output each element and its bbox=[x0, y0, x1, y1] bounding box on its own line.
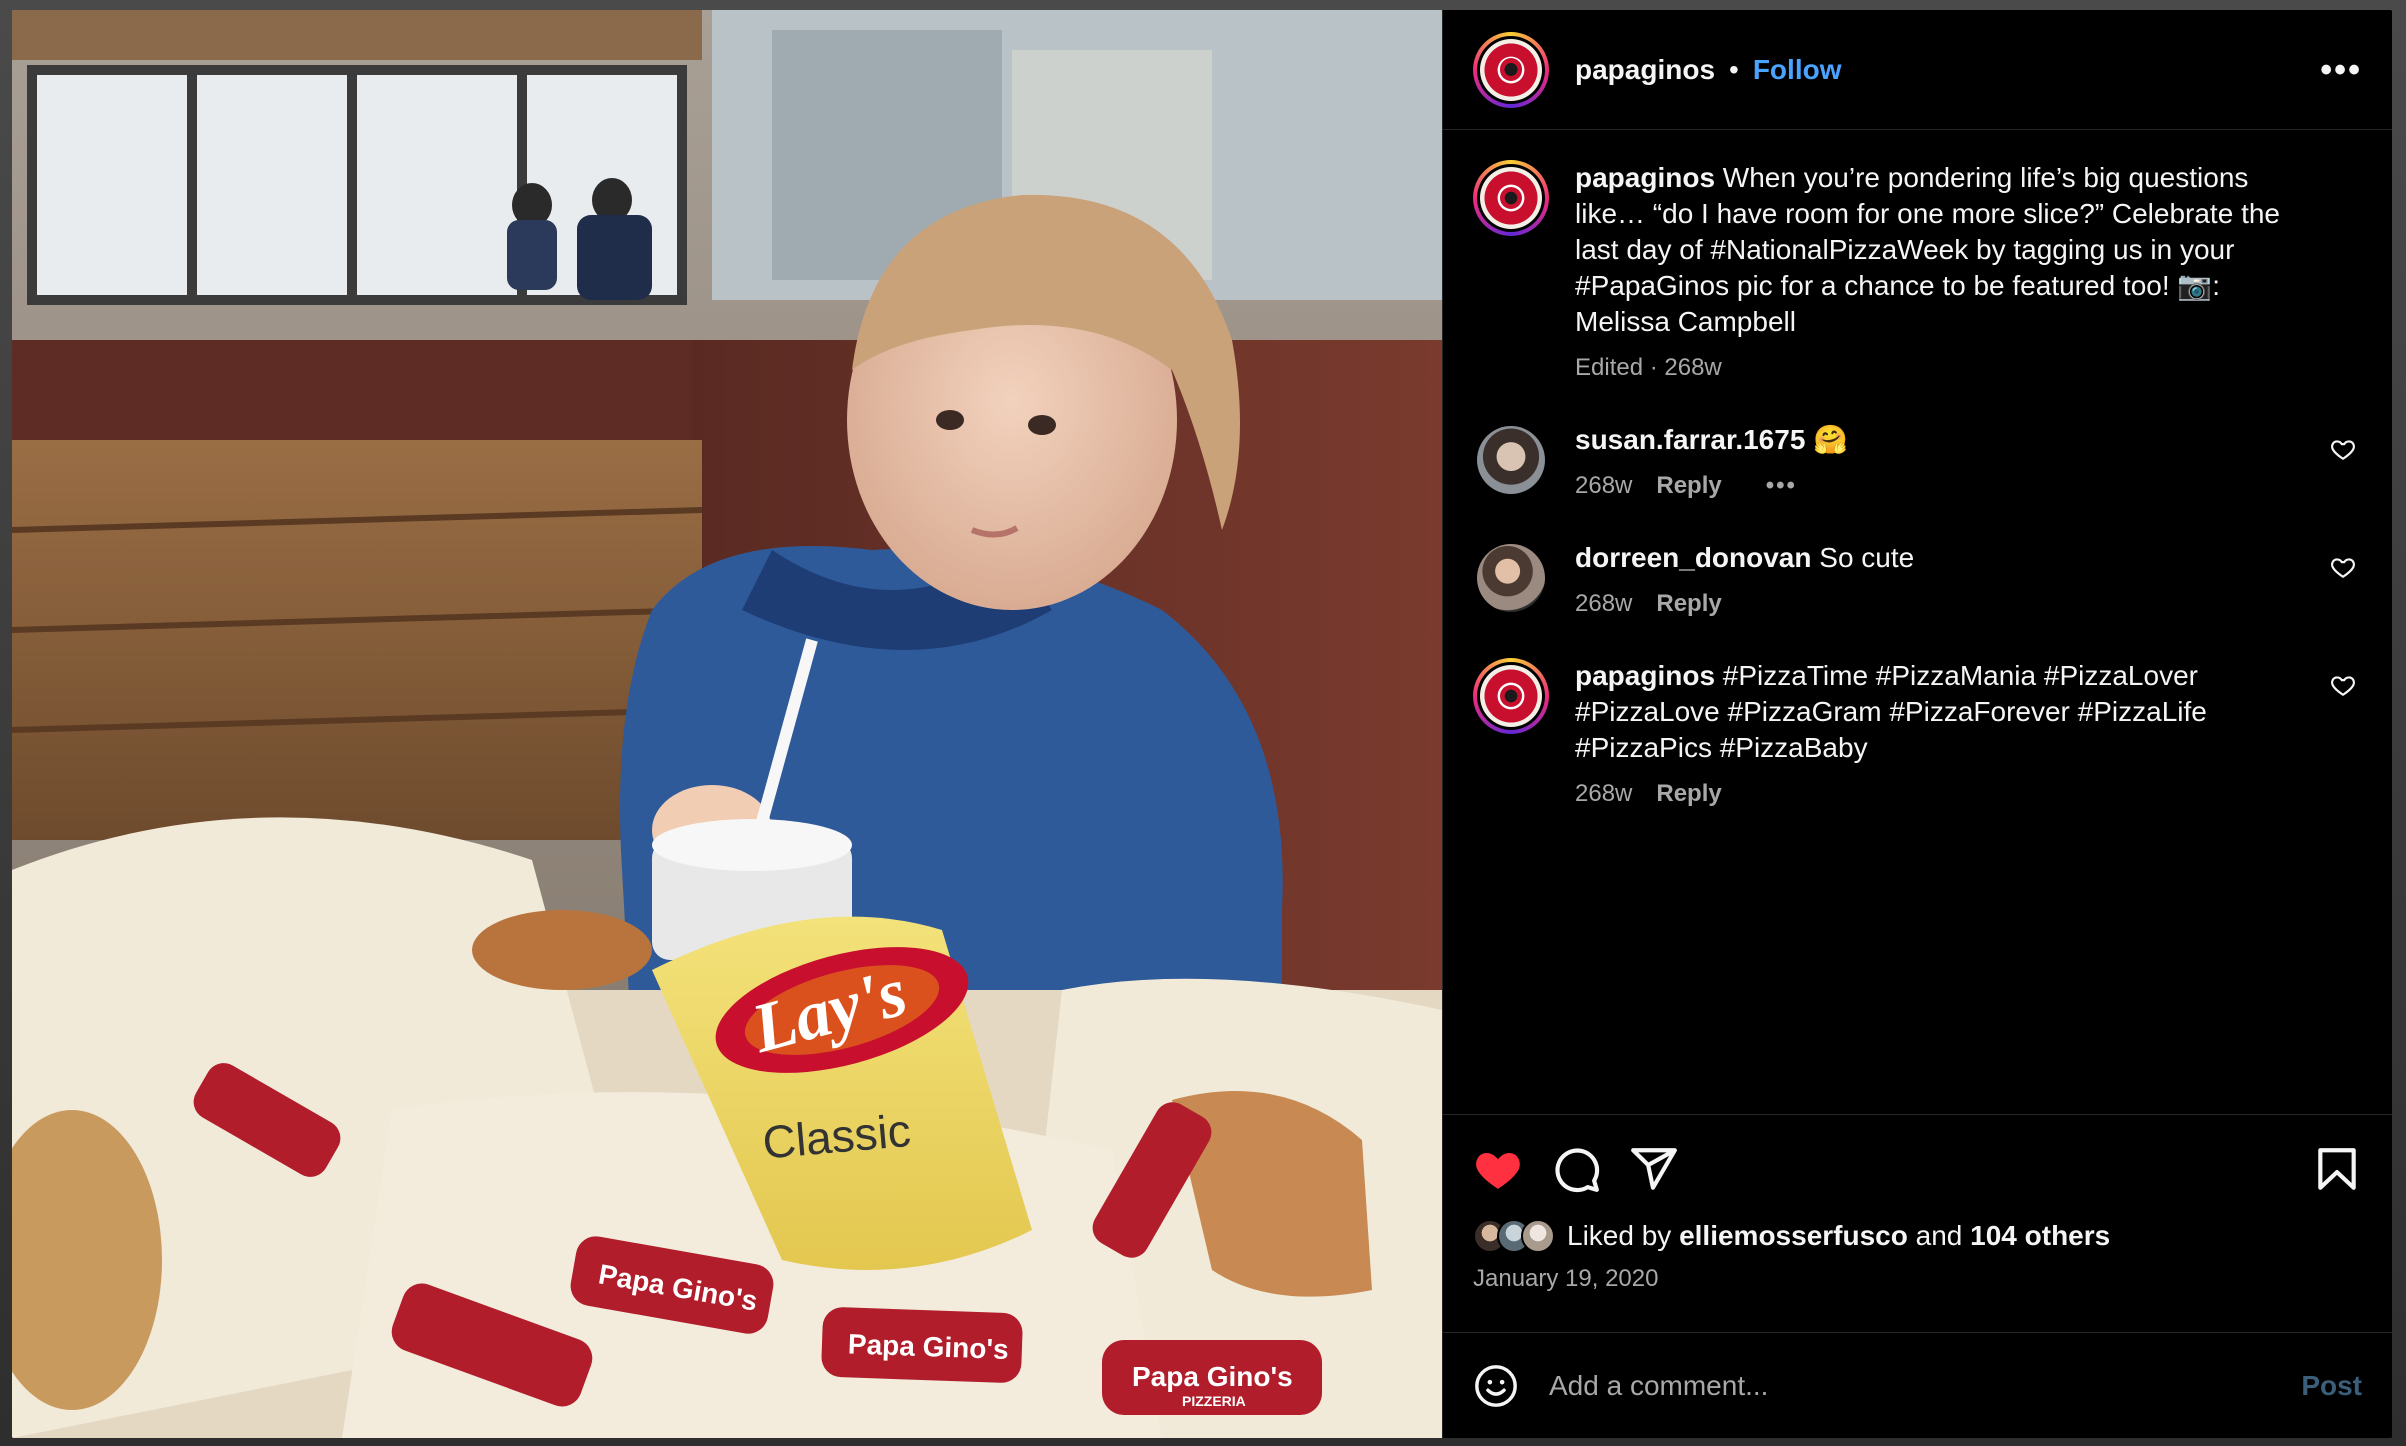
liked-by-text: Liked by elliemosserfusco and 104 others bbox=[1567, 1220, 2110, 1252]
caption: papaginos When you’re pondering life’s b… bbox=[1473, 160, 2362, 382]
author-avatar[interactable] bbox=[1473, 31, 1549, 108]
likes-summary: Liked by elliemosserfusco and 104 others bbox=[1473, 1219, 2362, 1253]
bookmark-icon[interactable] bbox=[2312, 1144, 2362, 1194]
liked-by-others[interactable]: 104 others bbox=[1970, 1220, 2110, 1251]
heart-filled-icon[interactable] bbox=[1473, 1144, 1523, 1194]
post-header: papaginos • Follow ••• bbox=[1443, 10, 2392, 130]
comment-input[interactable] bbox=[1549, 1369, 2302, 1402]
comment-time: 268w bbox=[1575, 780, 1633, 807]
more-options-button[interactable]: ••• bbox=[2320, 53, 2362, 87]
comment-item: dorreen_donovan So cute 268w Reply bbox=[1473, 540, 2362, 618]
header-separator: • bbox=[1729, 53, 1739, 85]
comment-icon[interactable] bbox=[1551, 1144, 1601, 1194]
comment-username[interactable]: papaginos bbox=[1575, 660, 1715, 691]
comment-time: 268w bbox=[1575, 590, 1633, 617]
comment-body: So cute bbox=[1819, 542, 1915, 573]
liked-by-user[interactable]: elliemosserfusco bbox=[1679, 1220, 1908, 1251]
brand-logo-icon bbox=[1480, 665, 1542, 727]
comment-more-button[interactable]: ••• bbox=[1766, 472, 1797, 500]
liker-avatar bbox=[1521, 1219, 1555, 1253]
comment-meta: 268w Reply ••• bbox=[1575, 472, 2302, 500]
comment-item: susan.farrar.1675 🤗 268w Reply ••• bbox=[1473, 422, 2362, 500]
post-photo[interactable]: Papa Gino's Papa Gino's Papa Gino's PIZZ… bbox=[12, 10, 1442, 1438]
brand-logo-icon bbox=[1480, 167, 1542, 229]
comment-time: 268w bbox=[1575, 472, 1633, 499]
post-comment-button[interactable]: Post bbox=[2301, 1370, 2362, 1402]
reply-button[interactable]: Reply bbox=[1656, 590, 1721, 618]
comment-like-heart-icon[interactable] bbox=[2330, 436, 2356, 462]
reply-button[interactable]: Reply bbox=[1656, 472, 1721, 500]
commenter-avatar[interactable] bbox=[1477, 426, 1545, 494]
reply-button[interactable]: Reply bbox=[1656, 780, 1721, 808]
comment-text: papaginos #PizzaTime #PizzaMania #PizzaL… bbox=[1575, 658, 2302, 766]
comment-like-heart-icon[interactable] bbox=[2330, 672, 2356, 698]
commenter-avatar[interactable] bbox=[1473, 658, 1549, 734]
liked-by-and: and bbox=[1915, 1220, 1963, 1251]
caption-username[interactable]: papaginos bbox=[1575, 162, 1715, 193]
comment-meta: 268w Reply bbox=[1575, 780, 2302, 808]
comment-item: papaginos #PizzaTime #PizzaMania #PizzaL… bbox=[1473, 658, 2362, 808]
comment-text: susan.farrar.1675 🤗 bbox=[1575, 422, 2302, 458]
smiley-icon[interactable] bbox=[1473, 1363, 1519, 1409]
wrapper-logo-text: Papa Gino's bbox=[1132, 1361, 1293, 1392]
wrapper-sub-text: PIZZERIA bbox=[1182, 1393, 1246, 1409]
comment-body: 🤗 bbox=[1813, 424, 1849, 455]
brand-logo-icon bbox=[1480, 38, 1542, 101]
author-username[interactable]: papaginos bbox=[1575, 54, 1715, 86]
comment-composer: Post bbox=[1443, 1332, 2392, 1438]
post-modal: Papa Gino's Papa Gino's Papa Gino's PIZZ… bbox=[12, 10, 2392, 1438]
wrapper-logo-text: Papa Gino's bbox=[847, 1328, 1009, 1365]
comment-username[interactable]: dorreen_donovan bbox=[1575, 542, 1811, 573]
comment-like-heart-icon[interactable] bbox=[2330, 554, 2356, 580]
comment-meta: 268w Reply bbox=[1575, 590, 2302, 618]
photo-illustration: Papa Gino's Papa Gino's Papa Gino's PIZZ… bbox=[12, 10, 1442, 1438]
post-actions: Liked by elliemosserfusco and 104 others… bbox=[1443, 1114, 2392, 1332]
caption-text: papaginos When you’re pondering life’s b… bbox=[1575, 160, 2302, 340]
follow-button[interactable]: Follow bbox=[1753, 54, 1842, 86]
post-side-panel: papaginos • Follow ••• papaginos When yo… bbox=[1442, 10, 2392, 1438]
commenter-avatar[interactable] bbox=[1477, 544, 1545, 612]
caption-meta: Edited · 268w bbox=[1575, 354, 2302, 382]
caption-avatar[interactable] bbox=[1473, 160, 1549, 236]
liked-by-prefix: Liked by bbox=[1567, 1220, 1672, 1251]
share-icon[interactable] bbox=[1629, 1144, 1679, 1194]
comment-username[interactable]: susan.farrar.1675 bbox=[1575, 424, 1805, 455]
comments-list[interactable]: papaginos When you’re pondering life’s b… bbox=[1443, 130, 2392, 1114]
post-date[interactable]: January 19, 2020 bbox=[1473, 1265, 2362, 1293]
caption-edited-time: Edited · 268w bbox=[1575, 354, 1722, 381]
action-icons-row bbox=[1473, 1137, 2362, 1201]
liker-avatars[interactable] bbox=[1473, 1219, 1555, 1253]
comment-text: dorreen_donovan So cute bbox=[1575, 540, 2302, 576]
